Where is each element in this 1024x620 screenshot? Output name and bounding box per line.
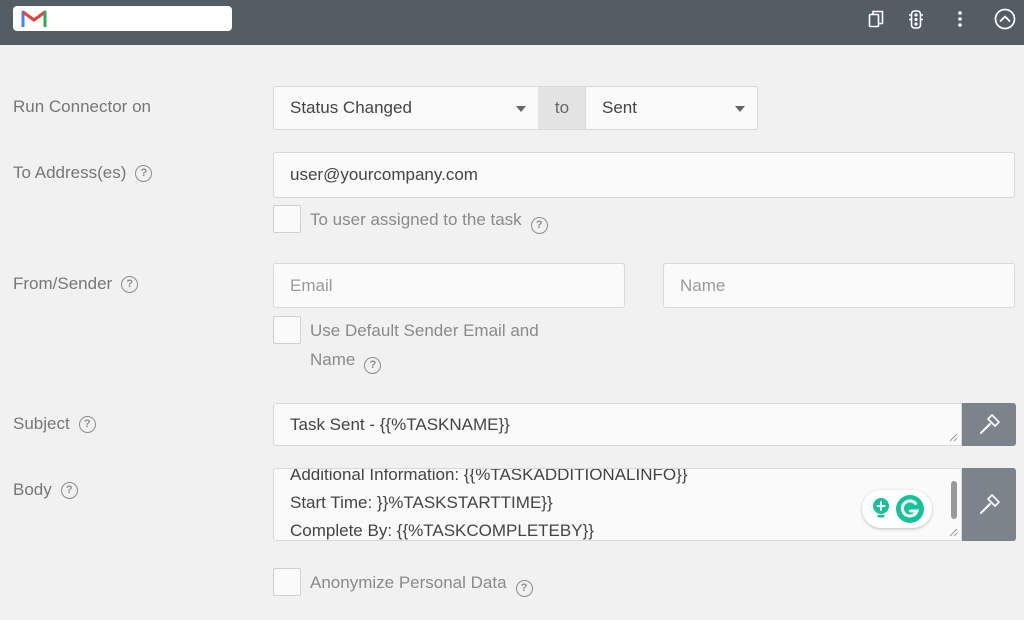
assigned-user-label-text: To user assigned to the task — [310, 210, 522, 229]
subject-label-text: Subject — [13, 414, 70, 433]
help-icon[interactable]: ? — [121, 275, 139, 293]
help-icon[interactable]: ? — [78, 415, 96, 433]
from-sender-label: From/Sender ? — [13, 274, 139, 294]
status-select[interactable]: Sent — [585, 86, 758, 130]
help-icon[interactable]: ? — [530, 217, 548, 234]
assigned-user-checkbox[interactable] — [273, 205, 301, 233]
help-icon[interactable]: ? — [135, 164, 153, 182]
default-sender-label-line2-text: Name — [310, 350, 356, 369]
to-address-label-text: To Address(es) — [13, 163, 127, 182]
top-bar — [0, 0, 1024, 45]
resize-handle-icon[interactable] — [949, 528, 958, 537]
body-insert-field-button[interactable] — [962, 468, 1016, 541]
body-label: Body ? — [13, 480, 78, 500]
from-sender-label-text: From/Sender — [13, 274, 113, 293]
body-line: Complete By: {{%TASKCOMPLETEBY}} — [290, 521, 594, 540]
resize-handle-icon[interactable] — [949, 433, 958, 442]
subject-value: Task Sent - {{%TASKNAME}} — [290, 414, 510, 434]
body-textarea[interactable]: Additional Information: {{%TASKADDITIONA… — [273, 468, 962, 541]
collapse-up-icon[interactable] — [994, 8, 1016, 30]
traffic-light-icon[interactable] — [906, 9, 926, 29]
grammarly-widget[interactable] — [862, 490, 932, 528]
more-vert-icon[interactable] — [950, 9, 970, 29]
trigger-select[interactable]: Status Changed — [273, 86, 539, 130]
body-label-text: Body — [13, 480, 52, 499]
trigger-select-value: Status Changed — [290, 98, 412, 117]
to-address-label: To Address(es) ? — [13, 163, 153, 183]
connector-title-input[interactable] — [53, 6, 228, 31]
to-address-input[interactable]: user@yourcompany.com — [273, 152, 1015, 198]
sender-name-placeholder: Name — [680, 275, 726, 295]
default-sender-label-line1: Use Default Sender Email and — [310, 321, 539, 340]
hammer-icon — [980, 493, 1000, 514]
default-sender-label-line2: Name? — [310, 345, 382, 374]
sender-email-placeholder: Email — [290, 275, 333, 295]
body-scrollbar[interactable] — [951, 481, 957, 519]
connector-title-box[interactable] — [13, 6, 232, 31]
help-icon[interactable]: ? — [60, 481, 78, 499]
anonymize-checkbox-label: Anonymize Personal Data? — [310, 568, 533, 597]
run-connector-label: Run Connector on — [13, 97, 151, 117]
lightbulb-icon — [872, 498, 889, 518]
chevron-down-icon — [516, 106, 526, 112]
to-addon-text: to — [554, 98, 570, 117]
run-connector-label-text: Run Connector on — [13, 97, 151, 116]
body-line: Additional Information: {{%TASKADDITIONA… — [290, 468, 688, 484]
help-icon[interactable]: ? — [364, 357, 382, 374]
to-address-value: user@yourcompany.com — [290, 165, 478, 184]
subject-label: Subject ? — [13, 414, 96, 434]
subject-insert-field-button[interactable] — [962, 403, 1016, 446]
chevron-down-icon — [735, 106, 745, 112]
sender-email-input[interactable]: Email — [273, 263, 625, 308]
to-addon: to — [538, 86, 586, 130]
sender-name-input[interactable]: Name — [663, 263, 1015, 308]
body-text: Additional Information: {{%TASKADDITIONA… — [290, 468, 688, 540]
hammer-icon — [980, 413, 1000, 434]
anonymize-checkbox[interactable] — [273, 568, 301, 596]
assigned-user-checkbox-label: To user assigned to the task? — [310, 205, 548, 234]
subject-input[interactable]: Task Sent - {{%TASKNAME}} — [273, 403, 962, 446]
copy-icon[interactable] — [866, 9, 886, 29]
status-select-value: Sent — [602, 98, 637, 117]
grammarly-logo-icon — [895, 495, 924, 523]
body-line: Start Time: }}%TASKSTARTTIME}} — [290, 493, 553, 512]
gmail-logo — [21, 10, 47, 27]
help-icon[interactable]: ? — [515, 580, 533, 597]
default-sender-checkbox[interactable] — [273, 316, 301, 344]
anonymize-label-text: Anonymize Personal Data — [310, 573, 507, 592]
